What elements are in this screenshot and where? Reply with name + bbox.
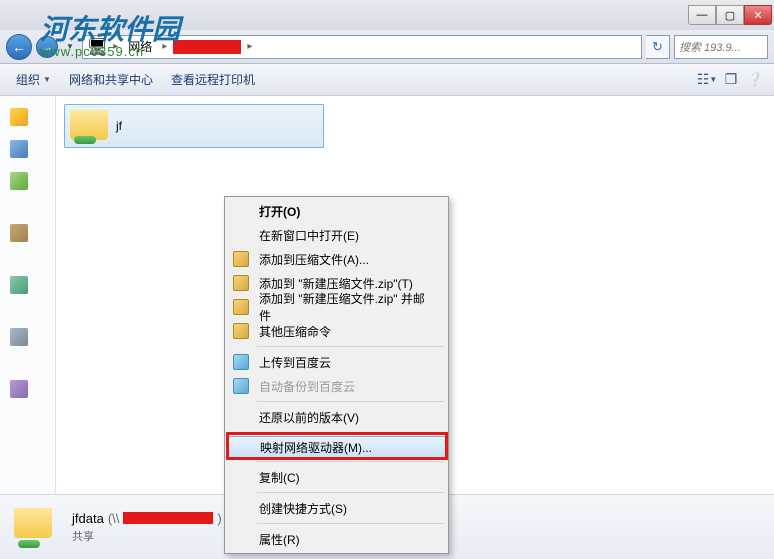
content-pane[interactable]: jf 打开(O) 在新窗口中打开(E) 添加到压缩文件(A)... 添加到 "新… — [56, 96, 774, 494]
nav-sidebar — [0, 96, 56, 494]
sidebar-homegroup-icon[interactable] — [10, 276, 28, 294]
remote-printer-button[interactable]: 查看远程打印机 — [163, 67, 263, 92]
ctx-properties[interactable]: 属性(R) — [227, 527, 446, 551]
nav-back-button[interactable]: ← — [6, 34, 32, 60]
organize-button[interactable]: 组织 ▼ — [8, 67, 59, 92]
breadcrumb-redacted — [173, 40, 241, 54]
folder-name: jf — [116, 119, 122, 133]
archive-icon — [233, 251, 249, 267]
nav-forward-button[interactable]: → — [36, 36, 58, 58]
cloud-icon — [233, 354, 249, 370]
view-button[interactable]: ☷ ▼ — [696, 69, 718, 91]
redacted-server — [123, 512, 213, 524]
ctx-add-zip-mail[interactable]: 添加到 "新建压缩文件.zip" 并邮件 — [227, 295, 446, 319]
breadcrumb-sep: ▸ — [247, 41, 252, 52]
ctx-separator — [257, 432, 444, 433]
archive-icon — [233, 299, 249, 315]
archive-icon — [233, 275, 249, 291]
refresh-button[interactable]: ↻ — [646, 35, 670, 59]
window-controls: — ▢ ✕ — [688, 5, 772, 25]
ctx-separator — [257, 461, 444, 462]
ctx-separator — [257, 492, 444, 493]
folder-item-selected[interactable]: jf — [64, 104, 324, 148]
toolbar: 组织 ▼ 网络和共享中心 查看远程打印机 ☷ ▼ ❐ ❔ — [0, 64, 774, 96]
ctx-separator — [257, 401, 444, 402]
sidebar-downloads-icon[interactable] — [10, 172, 28, 190]
ctx-open[interactable]: 打开(O) — [227, 199, 446, 223]
minimize-button[interactable]: — — [688, 5, 716, 25]
sidebar-favorites-icon[interactable] — [10, 108, 28, 126]
details-item-type: 共享 — [72, 528, 222, 544]
sidebar-libraries-icon[interactable] — [10, 224, 28, 242]
dropdown-icon: ▼ — [709, 75, 717, 84]
shared-folder-icon — [68, 108, 110, 144]
close-button[interactable]: ✕ — [744, 5, 772, 25]
preview-pane-button[interactable]: ❐ — [720, 69, 742, 91]
shared-folder-icon — [12, 506, 60, 548]
sidebar-computer-icon[interactable] — [10, 328, 28, 346]
cloud-icon — [233, 378, 249, 394]
ctx-create-shortcut[interactable]: 创建快捷方式(S) — [227, 496, 446, 520]
sidebar-network-icon[interactable] — [10, 380, 28, 398]
maximize-button[interactable]: ▢ — [716, 5, 744, 25]
nav-history-dropdown[interactable]: ▼ — [62, 42, 78, 51]
archive-icon — [233, 323, 249, 339]
search-input[interactable]: 搜索 193.9... — [674, 35, 768, 59]
ctx-map-network-drive[interactable]: 映射网络驱动器(M)... — [227, 436, 446, 458]
ctx-restore-version[interactable]: 还原以前的版本(V) — [227, 405, 446, 429]
window-titlebar: — ▢ ✕ — [0, 0, 774, 30]
ctx-copy[interactable]: 复制(C) — [227, 465, 446, 489]
ctx-add-archive[interactable]: 添加到压缩文件(A)... — [227, 247, 446, 271]
breadcrumb-sep: ▸ — [113, 41, 118, 52]
help-button[interactable]: ❔ — [744, 69, 766, 91]
main-area: jf 打开(O) 在新窗口中打开(E) 添加到压缩文件(A)... 添加到 "新… — [0, 96, 774, 494]
context-menu: 打开(O) 在新窗口中打开(E) 添加到压缩文件(A)... 添加到 "新建压缩… — [224, 196, 449, 554]
address-row: ← → ▼ 🖥 ▸ 网络 ▸ ▸ ↻ 搜索 193.9... — [0, 30, 774, 64]
breadcrumb-network[interactable]: 网络 — [124, 36, 156, 57]
details-item-name: jfdata (\\) — [72, 511, 222, 526]
ctx-separator — [257, 346, 444, 347]
ctx-other-zip[interactable]: 其他压缩命令 — [227, 319, 446, 343]
dropdown-icon: ▼ — [43, 75, 51, 84]
ctx-open-new-window[interactable]: 在新窗口中打开(E) — [227, 223, 446, 247]
ctx-upload-baidu[interactable]: 上传到百度云 — [227, 350, 446, 374]
breadcrumb-sep: ▸ — [162, 41, 167, 52]
sidebar-desktop-icon[interactable] — [10, 140, 28, 158]
address-bar[interactable]: 🖥 ▸ 网络 ▸ ▸ — [82, 35, 642, 59]
ctx-separator — [257, 523, 444, 524]
network-icon: 🖥 — [87, 37, 107, 57]
ctx-auto-backup: 自动备份到百度云 — [227, 374, 446, 398]
network-center-button[interactable]: 网络和共享中心 — [61, 67, 161, 92]
details-text: jfdata (\\) 共享 — [72, 511, 222, 544]
